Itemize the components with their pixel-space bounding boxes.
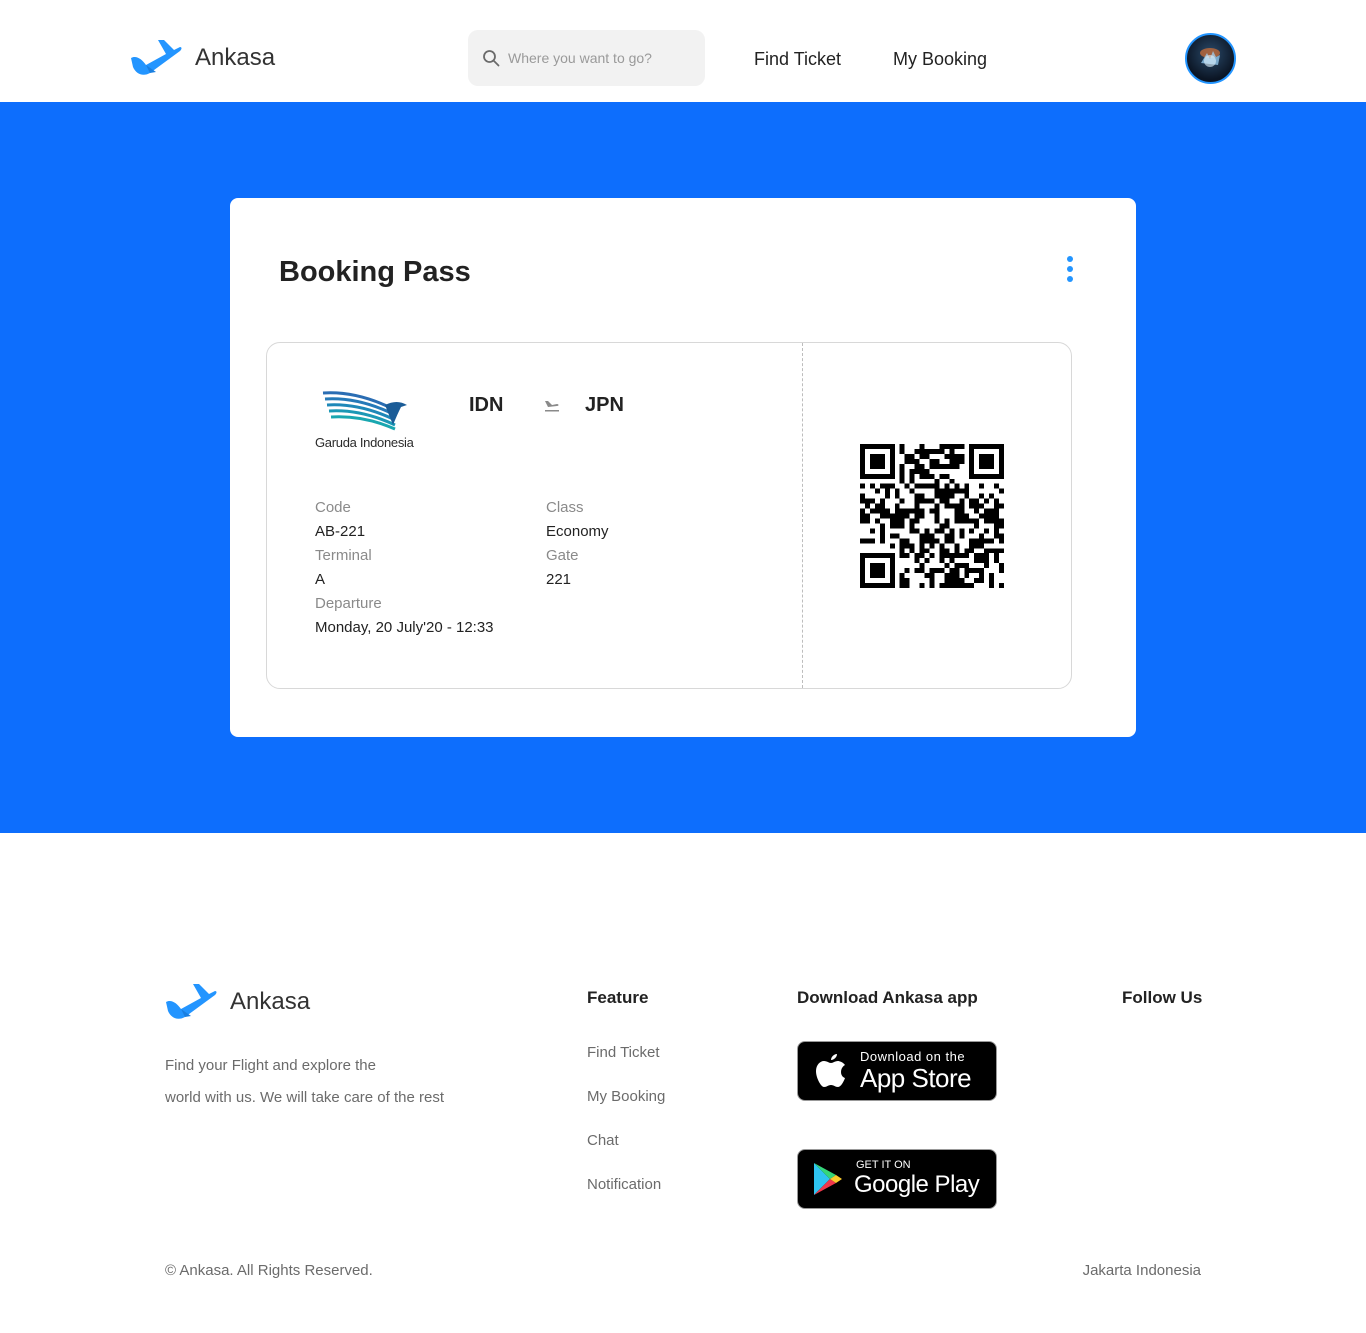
- footer-brand[interactable]: Ankasa: [163, 982, 310, 1022]
- qr-code: [860, 444, 1004, 588]
- search-input[interactable]: [508, 50, 688, 66]
- more-vertical-icon[interactable]: [1062, 254, 1078, 284]
- google-play-big-text: Google Play: [854, 1171, 980, 1198]
- copyright: © Ankasa. All Rights Reserved.: [165, 1262, 373, 1279]
- app-store-small-text: Download on the: [860, 1049, 966, 1064]
- plane-logo-icon: [131, 40, 182, 75]
- footer-description: Find your Flight and explore the world w…: [165, 1050, 495, 1114]
- code-label: Code: [315, 499, 351, 516]
- footer-description-line: Find your Flight and explore the: [165, 1057, 376, 1074]
- apple-icon: [816, 1054, 845, 1087]
- route-origin: IDN: [469, 394, 504, 416]
- brand-name: Ankasa: [195, 44, 276, 71]
- plane-route-icon: [545, 401, 559, 412]
- class-label: Class: [546, 499, 584, 516]
- detail-left: Code AB-221 Terminal A Departure Monday,…: [315, 496, 494, 640]
- footer-brand-name: Ankasa: [230, 988, 311, 1015]
- google-play-icon: [814, 1163, 842, 1195]
- page-title: Booking Pass: [279, 256, 471, 288]
- footer-link-notification[interactable]: Notification: [587, 1176, 661, 1193]
- booking-pass-card: Booking Pass Garuda Indonesia IDN JPN Co…: [230, 198, 1136, 737]
- footer-link-my-booking[interactable]: My Booking: [587, 1088, 665, 1105]
- departure-label: Departure: [315, 595, 382, 612]
- footer-link-find-ticket[interactable]: Find Ticket: [587, 1044, 660, 1061]
- follow-heading: Follow Us: [1122, 988, 1203, 1007]
- route-destination: JPN: [585, 394, 624, 416]
- search-icon: [483, 50, 500, 67]
- brand-logo[interactable]: Ankasa: [128, 38, 275, 78]
- app-store-big-text: App Store: [860, 1063, 972, 1093]
- search-box[interactable]: [468, 30, 705, 86]
- airline-name: Garuda Indonesia: [315, 435, 414, 450]
- download-heading: Download Ankasa app: [797, 988, 978, 1007]
- location: Jakarta Indonesia: [1082, 1262, 1201, 1279]
- feature-heading: Feature: [587, 988, 649, 1007]
- footer-description-line: world with us. We will take care of the …: [165, 1089, 444, 1106]
- gate-label: Gate: [546, 547, 579, 564]
- terminal-label: Terminal: [315, 547, 372, 564]
- avatar[interactable]: [1185, 33, 1236, 84]
- code-value: AB-221: [315, 523, 366, 540]
- footer-link-chat[interactable]: Chat: [587, 1132, 619, 1149]
- google-play-small-text: GET IT ON: [856, 1159, 911, 1171]
- header: Ankasa Find Ticket My Booking: [0, 0, 1366, 102]
- google-play-button[interactable]: GET IT ON Google Play: [797, 1149, 997, 1209]
- nav-my-booking[interactable]: My Booking: [893, 48, 987, 70]
- class-value: Economy: [546, 523, 609, 540]
- terminal-value: A: [315, 571, 326, 588]
- app-store-button[interactable]: Download on the App Store: [797, 1041, 997, 1101]
- plane-logo-icon: [166, 984, 217, 1019]
- ticket: Garuda Indonesia IDN JPN Code AB-221 Ter…: [266, 342, 1072, 689]
- detail-right: Class Economy Gate 221: [546, 496, 609, 592]
- avatar-image: [1200, 48, 1220, 67]
- gate-value: 221: [546, 571, 572, 588]
- departure-value: Monday, 20 July'20 - 12:33: [315, 619, 494, 636]
- ticket-divider: [802, 343, 803, 688]
- nav-find-ticket[interactable]: Find Ticket: [754, 48, 841, 70]
